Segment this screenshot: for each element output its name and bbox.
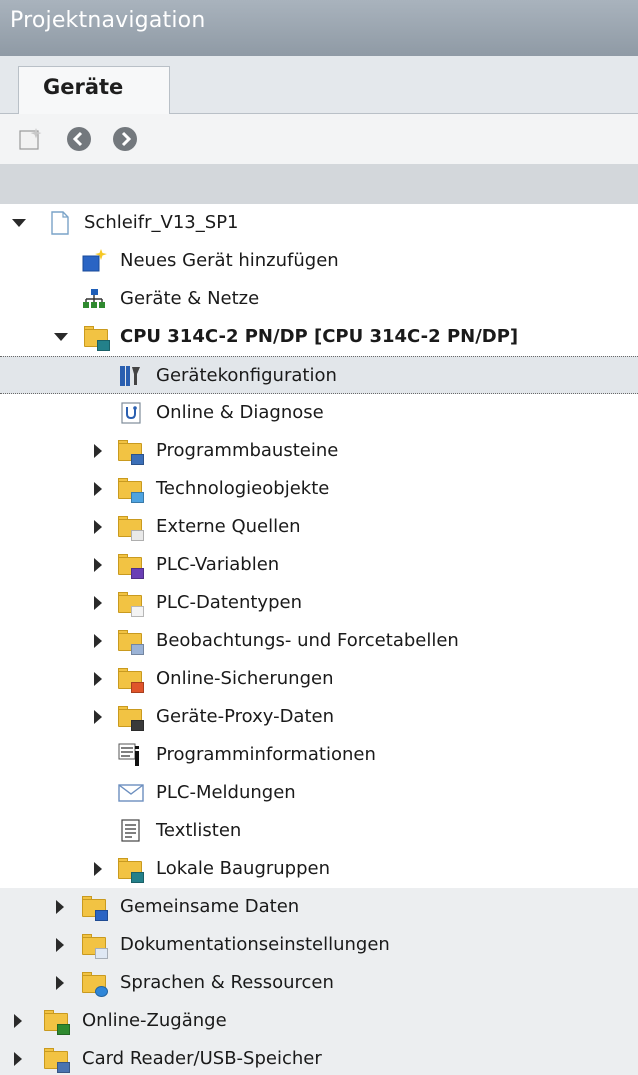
tree-label: Lokale Baugruppen bbox=[156, 858, 331, 879]
tab-geraete[interactable]: Geräte bbox=[18, 66, 170, 114]
filter-bar bbox=[0, 164, 638, 204]
tree-label: Programmbausteine bbox=[156, 440, 339, 461]
collapse-arrow-icon[interactable] bbox=[94, 862, 102, 876]
tree-row-local-modules[interactable]: Lokale Baugruppen bbox=[0, 850, 638, 888]
tree-row-plc-datatypes[interactable]: PLC-Datentypen bbox=[0, 584, 638, 622]
tree-row-watch-tables[interactable]: Beobachtungs- und Forcetabellen bbox=[0, 622, 638, 660]
collapse-arrow-icon[interactable] bbox=[94, 558, 102, 572]
collapse-arrow-icon[interactable] bbox=[56, 976, 64, 990]
tree-label: Schleifr_V13_SP1 bbox=[84, 212, 239, 233]
tree-row-languages-resources[interactable]: Sprachen & Ressourcen bbox=[0, 964, 638, 1002]
new-item-icon[interactable] bbox=[18, 126, 44, 152]
tree-row-program-info[interactable]: Programminformationen bbox=[0, 736, 638, 774]
plc-messages-icon bbox=[118, 781, 144, 805]
tree-row-online-access[interactable]: Online-Zugänge bbox=[0, 1002, 638, 1040]
network-icon bbox=[82, 287, 106, 311]
tree-label: Beobachtungs- und Forcetabellen bbox=[156, 630, 459, 651]
collapse-arrow-icon[interactable] bbox=[94, 520, 102, 534]
tree-label: Dokumentationseinstellungen bbox=[120, 934, 390, 955]
online-diagnostics-icon bbox=[120, 401, 144, 425]
toolbar bbox=[0, 114, 638, 164]
tree-row-card-reader[interactable]: Card Reader/USB-Speicher bbox=[0, 1040, 638, 1075]
plc-tags-folder-icon bbox=[118, 553, 144, 579]
cpu-folder-icon bbox=[84, 325, 110, 351]
collapse-arrow-icon[interactable] bbox=[56, 900, 64, 914]
device-config-icon bbox=[118, 364, 142, 388]
collapse-arrow-icon[interactable] bbox=[94, 672, 102, 686]
tree-row-devices-networks[interactable]: Geräte & Netze bbox=[0, 280, 638, 318]
program-info-icon bbox=[118, 743, 142, 767]
tree-label: Gemeinsame Daten bbox=[120, 896, 300, 917]
tab-strip: Geräte bbox=[0, 56, 638, 114]
collapse-arrow-icon[interactable] bbox=[94, 710, 102, 724]
tree-row-online-backups[interactable]: Online-Sicherungen bbox=[0, 660, 638, 698]
online-backups-folder-icon bbox=[118, 667, 144, 693]
tree-label: Online-Zugänge bbox=[82, 1010, 227, 1031]
collapse-arrow-icon[interactable] bbox=[94, 596, 102, 610]
collapse-arrow-icon[interactable] bbox=[94, 482, 102, 496]
tree-row-online-diagnostics[interactable]: Online & Diagnose bbox=[0, 394, 638, 432]
tree-row-device-config[interactable]: Gerätekonfiguration bbox=[0, 356, 638, 394]
tree-label: Online & Diagnose bbox=[156, 402, 324, 423]
tree-label: Geräte & Netze bbox=[120, 288, 260, 309]
tree-label: Neues Gerät hinzufügen bbox=[120, 250, 339, 271]
tree-label: PLC-Datentypen bbox=[156, 592, 302, 613]
project-tree: Schleifr_V13_SP1 Neues Gerät hinzufügen … bbox=[0, 204, 638, 1075]
program-blocks-folder-icon bbox=[118, 439, 144, 465]
external-sources-folder-icon bbox=[118, 515, 144, 541]
tree-row-documentation-settings[interactable]: Dokumentationseinstellungen bbox=[0, 926, 638, 964]
add-device-icon bbox=[82, 249, 107, 273]
panel-title: Projektnavigation bbox=[10, 8, 206, 33]
tree-label: Sprachen & Ressourcen bbox=[120, 972, 334, 993]
text-lists-icon bbox=[120, 819, 144, 843]
collapse-arrow-icon[interactable] bbox=[94, 634, 102, 648]
tree-label: CPU 314C-2 PN/DP [CPU 314C-2 PN/DP] bbox=[120, 326, 519, 347]
title-bar: Projektnavigation bbox=[0, 0, 638, 56]
tree-row-add-device[interactable]: Neues Gerät hinzufügen bbox=[0, 242, 638, 280]
tree-label: Programminformationen bbox=[156, 744, 376, 765]
tree-label: Gerätekonfiguration bbox=[156, 365, 337, 386]
technology-objects-folder-icon bbox=[118, 477, 144, 503]
tree-row-program-blocks[interactable]: Programmbausteine bbox=[0, 432, 638, 470]
tree-label: PLC-Meldungen bbox=[156, 782, 296, 803]
tree-row-device-proxy[interactable]: Geräte-Proxy-Daten bbox=[0, 698, 638, 736]
collapse-arrow-icon[interactable] bbox=[56, 938, 64, 952]
tree-row-cpu[interactable]: CPU 314C-2 PN/DP [CPU 314C-2 PN/DP] bbox=[0, 318, 638, 356]
tree-row-plc-messages[interactable]: PLC-Meldungen bbox=[0, 774, 638, 812]
tree-label: Externe Quellen bbox=[156, 516, 301, 537]
expand-arrow-icon[interactable] bbox=[12, 219, 26, 227]
tree-row-technology-objects[interactable]: Technologieobjekte bbox=[0, 470, 638, 508]
tree-row-project[interactable]: Schleifr_V13_SP1 bbox=[0, 204, 638, 242]
project-icon bbox=[48, 211, 72, 235]
forward-arrow-icon[interactable] bbox=[112, 126, 138, 152]
plc-datatypes-folder-icon bbox=[118, 591, 144, 617]
tree-label: Textlisten bbox=[156, 820, 242, 841]
card-reader-folder-icon bbox=[44, 1047, 70, 1073]
tree-label: Online-Sicherungen bbox=[156, 668, 334, 689]
tree-label: Card Reader/USB-Speicher bbox=[82, 1048, 322, 1069]
online-access-folder-icon bbox=[44, 1009, 70, 1035]
local-modules-folder-icon bbox=[118, 857, 144, 883]
tree-label: Technologieobjekte bbox=[156, 478, 330, 499]
common-data-folder-icon bbox=[82, 895, 108, 921]
expand-arrow-icon[interactable] bbox=[54, 333, 68, 341]
device-proxy-folder-icon bbox=[118, 705, 144, 731]
languages-resources-folder-icon bbox=[82, 971, 108, 997]
watch-tables-folder-icon bbox=[118, 629, 144, 655]
collapse-arrow-icon[interactable] bbox=[14, 1014, 22, 1028]
documentation-settings-folder-icon bbox=[82, 933, 108, 959]
tree-label: Geräte-Proxy-Daten bbox=[156, 706, 334, 727]
tree-row-plc-tags[interactable]: PLC-Variablen bbox=[0, 546, 638, 584]
tree-row-text-lists[interactable]: Textlisten bbox=[0, 812, 638, 850]
tree-label: PLC-Variablen bbox=[156, 554, 280, 575]
collapse-arrow-icon[interactable] bbox=[14, 1052, 22, 1066]
collapse-arrow-icon[interactable] bbox=[94, 444, 102, 458]
tree-row-common-data[interactable]: Gemeinsame Daten bbox=[0, 888, 638, 926]
tree-row-external-sources[interactable]: Externe Quellen bbox=[0, 508, 638, 546]
back-arrow-icon[interactable] bbox=[66, 126, 92, 152]
